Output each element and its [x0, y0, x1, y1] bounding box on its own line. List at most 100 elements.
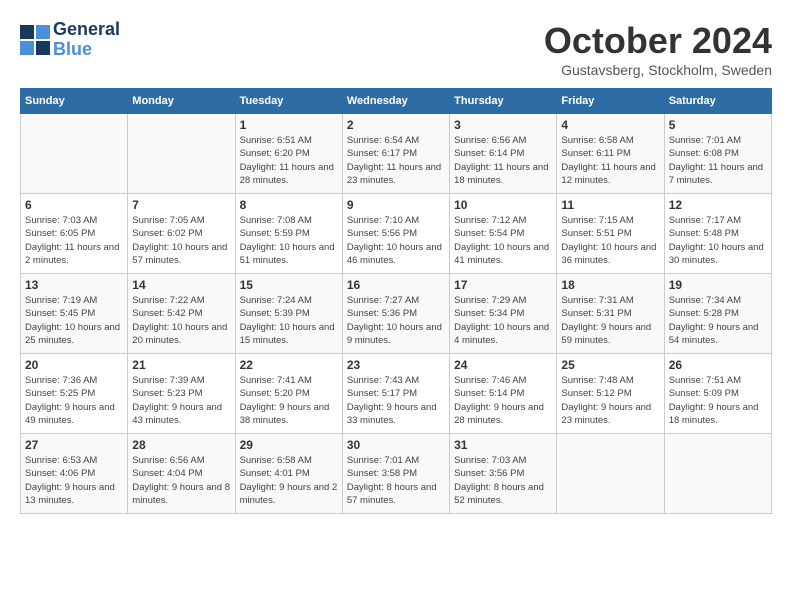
day-header-wednesday: Wednesday — [342, 89, 449, 114]
calendar-cell: 18 Sunrise: 7:31 AMSunset: 5:31 PMDayligh… — [557, 274, 664, 354]
day-detail: Sunrise: 6:56 AMSunset: 4:04 PMDaylight:… — [132, 454, 230, 507]
calendar-cell: 9 Sunrise: 7:10 AMSunset: 5:56 PMDaylight… — [342, 194, 449, 274]
calendar-cell: 21 Sunrise: 7:39 AMSunset: 5:23 PMDayligh… — [128, 354, 235, 434]
day-detail: Sunrise: 7:08 AMSunset: 5:59 PMDaylight:… — [240, 214, 338, 267]
logo: General Blue — [20, 20, 120, 60]
calendar-cell: 24 Sunrise: 7:46 AMSunset: 5:14 PMDayligh… — [450, 354, 557, 434]
day-number: 24 — [454, 358, 552, 372]
calendar-table: SundayMondayTuesdayWednesdayThursdayFrid… — [20, 88, 772, 514]
day-number: 12 — [669, 198, 767, 212]
calendar-cell: 26Sunrise: 7:51 AMSunset: 5:09 PMDayligh… — [664, 354, 771, 434]
day-detail: Sunrise: 7:12 AMSunset: 5:54 PMDaylight:… — [454, 214, 552, 267]
calendar-cell — [664, 434, 771, 514]
day-number: 27 — [25, 438, 123, 452]
calendar-cell: 4Sunrise: 6:58 AMSunset: 6:11 PMDaylight… — [557, 114, 664, 194]
calendar-header-row: SundayMondayTuesdayWednesdayThursdayFrid… — [21, 89, 772, 114]
day-detail: Sunrise: 6:54 AMSunset: 6:17 PMDaylight:… — [347, 134, 445, 187]
logo-icon — [20, 25, 50, 55]
calendar-cell: 25Sunrise: 7:48 AMSunset: 5:12 PMDayligh… — [557, 354, 664, 434]
day-detail: Sunrise: 7:43 AMSunset: 5:17 PMDaylight:… — [347, 374, 445, 427]
day-header-friday: Friday — [557, 89, 664, 114]
day-number: 28 — [132, 438, 230, 452]
day-detail: Sunrise: 7:10 AMSunset: 5:56 PMDaylight:… — [347, 214, 445, 267]
day-number: 30 — [347, 438, 445, 452]
day-number: 6 — [25, 198, 123, 212]
week-row-2: 6 Sunrise: 7:03 AMSunset: 6:05 PMDaylight… — [21, 194, 772, 274]
day-detail: Sunrise: 6:58 AMSunset: 6:11 PMDaylight:… — [561, 134, 659, 187]
day-number: 17 — [454, 278, 552, 292]
calendar-cell: 5 Sunrise: 7:01 AMSunset: 6:08 PMDaylight… — [664, 114, 771, 194]
calendar-cell: 16 Sunrise: 7:27 AMSunset: 5:36 PMDayligh… — [342, 274, 449, 354]
calendar-cell: 30Sunrise: 7:01 AMSunset: 3:58 PMDayligh… — [342, 434, 449, 514]
calendar-cell: 27Sunrise: 6:53 AMSunset: 4:06 PMDayligh… — [21, 434, 128, 514]
calendar-cell: 15 Sunrise: 7:24 AMSunset: 5:39 PMDayligh… — [235, 274, 342, 354]
day-number: 10 — [454, 198, 552, 212]
calendar-body: 1Sunrise: 6:51 AMSunset: 6:20 PMDaylight… — [21, 114, 772, 514]
day-detail: Sunrise: 7:31 AMSunset: 5:31 PMDaylight:… — [561, 294, 659, 347]
calendar-cell: 28 Sunrise: 6:56 AMSunset: 4:04 PMDayligh… — [128, 434, 235, 514]
calendar-cell: 29Sunrise: 6:58 AMSunset: 4:01 PMDayligh… — [235, 434, 342, 514]
day-detail: Sunrise: 7:46 AMSunset: 5:14 PMDaylight:… — [454, 374, 552, 427]
week-row-3: 13 Sunrise: 7:19 AMSunset: 5:45 PMDayligh… — [21, 274, 772, 354]
calendar-cell: 17Sunrise: 7:29 AMSunset: 5:34 PMDayligh… — [450, 274, 557, 354]
logo-line1: General — [53, 20, 120, 40]
day-detail: Sunrise: 7:01 AMSunset: 6:08 PMDaylight:… — [669, 134, 767, 187]
day-detail: Sunrise: 7:22 AMSunset: 5:42 PMDaylight:… — [132, 294, 230, 347]
week-row-1: 1Sunrise: 6:51 AMSunset: 6:20 PMDaylight… — [21, 114, 772, 194]
day-detail: Sunrise: 7:48 AMSunset: 5:12 PMDaylight:… — [561, 374, 659, 427]
logo-line2: Blue — [53, 40, 120, 60]
calendar-cell: 11 Sunrise: 7:15 AMSunset: 5:51 PMDayligh… — [557, 194, 664, 274]
day-number: 20 — [25, 358, 123, 372]
calendar-cell: 7 Sunrise: 7:05 AMSunset: 6:02 PMDaylight… — [128, 194, 235, 274]
day-header-sunday: Sunday — [21, 89, 128, 114]
day-detail: Sunrise: 7:17 AMSunset: 5:48 PMDaylight:… — [669, 214, 767, 267]
day-header-tuesday: Tuesday — [235, 89, 342, 114]
day-header-saturday: Saturday — [664, 89, 771, 114]
day-number: 7 — [132, 198, 230, 212]
day-number: 15 — [240, 278, 338, 292]
day-number: 9 — [347, 198, 445, 212]
day-header-monday: Monday — [128, 89, 235, 114]
day-detail: Sunrise: 7:27 AMSunset: 5:36 PMDaylight:… — [347, 294, 445, 347]
day-number: 29 — [240, 438, 338, 452]
calendar-cell: 22 Sunrise: 7:41 AMSunset: 5:20 PMDayligh… — [235, 354, 342, 434]
calendar-cell — [557, 434, 664, 514]
day-number: 14 — [132, 278, 230, 292]
day-number: 22 — [240, 358, 338, 372]
day-detail: Sunrise: 7:03 AMSunset: 6:05 PMDaylight:… — [25, 214, 123, 267]
day-number: 21 — [132, 358, 230, 372]
calendar-cell: 8 Sunrise: 7:08 AMSunset: 5:59 PMDaylight… — [235, 194, 342, 274]
month-title: October 2024 — [544, 20, 772, 62]
day-detail: Sunrise: 6:51 AMSunset: 6:20 PMDaylight:… — [240, 134, 338, 187]
day-number: 19 — [669, 278, 767, 292]
location-subtitle: Gustavsberg, Stockholm, Sweden — [544, 62, 772, 78]
calendar-cell: 2Sunrise: 6:54 AMSunset: 6:17 PMDaylight… — [342, 114, 449, 194]
day-number: 5 — [669, 118, 767, 132]
day-number: 18 — [561, 278, 659, 292]
day-detail: Sunrise: 7:19 AMSunset: 5:45 PMDaylight:… — [25, 294, 123, 347]
calendar-cell: 14 Sunrise: 7:22 AMSunset: 5:42 PMDayligh… — [128, 274, 235, 354]
day-detail: Sunrise: 7:39 AMSunset: 5:23 PMDaylight:… — [132, 374, 230, 427]
day-detail: Sunrise: 7:24 AMSunset: 5:39 PMDaylight:… — [240, 294, 338, 347]
day-number: 8 — [240, 198, 338, 212]
day-detail: Sunrise: 7:51 AMSunset: 5:09 PMDaylight:… — [669, 374, 767, 427]
title-block: October 2024 Gustavsberg, Stockholm, Swe… — [544, 20, 772, 78]
calendar-cell: 6 Sunrise: 7:03 AMSunset: 6:05 PMDaylight… — [21, 194, 128, 274]
page-header: General Blue October 2024 Gustavsberg, S… — [20, 20, 772, 78]
day-detail: Sunrise: 7:15 AMSunset: 5:51 PMDaylight:… — [561, 214, 659, 267]
calendar-cell — [128, 114, 235, 194]
calendar-cell: 1Sunrise: 6:51 AMSunset: 6:20 PMDaylight… — [235, 114, 342, 194]
calendar-cell — [21, 114, 128, 194]
day-number: 11 — [561, 198, 659, 212]
day-number: 13 — [25, 278, 123, 292]
day-detail: Sunrise: 6:56 AMSunset: 6:14 PMDaylight:… — [454, 134, 552, 187]
calendar-cell: 20 Sunrise: 7:36 AMSunset: 5:25 PMDayligh… — [21, 354, 128, 434]
day-number: 31 — [454, 438, 552, 452]
day-number: 3 — [454, 118, 552, 132]
day-number: 16 — [347, 278, 445, 292]
calendar-cell: 31Sunrise: 7:03 AMSunset: 3:56 PMDayligh… — [450, 434, 557, 514]
day-detail: Sunrise: 7:36 AMSunset: 5:25 PMDaylight:… — [25, 374, 123, 427]
day-detail: Sunrise: 7:05 AMSunset: 6:02 PMDaylight:… — [132, 214, 230, 267]
calendar-cell: 13 Sunrise: 7:19 AMSunset: 5:45 PMDayligh… — [21, 274, 128, 354]
day-detail: Sunrise: 7:41 AMSunset: 5:20 PMDaylight:… — [240, 374, 338, 427]
